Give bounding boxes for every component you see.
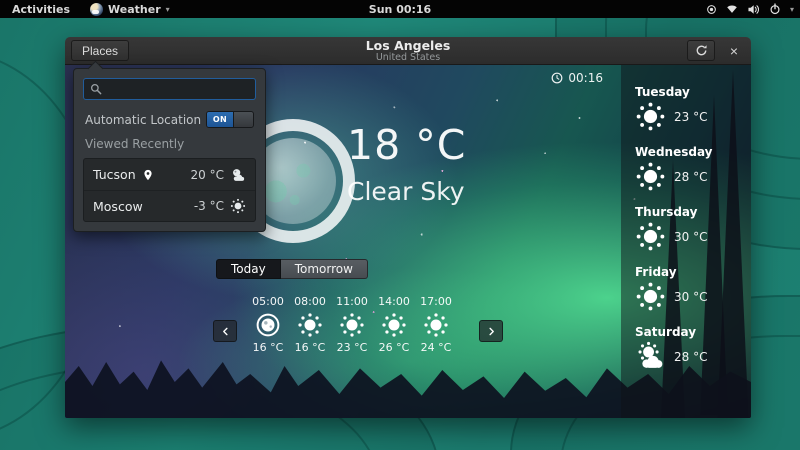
day-item-tuesday[interactable]: Tuesday 23 °C xyxy=(635,85,751,132)
tab-tomorrow[interactable]: Tomorrow xyxy=(281,259,368,279)
clear-day-icon xyxy=(635,161,666,192)
hourly-next-button[interactable] xyxy=(479,320,503,342)
hour-temp: 26 °C xyxy=(375,341,413,354)
location-title: Los Angeles xyxy=(65,39,751,52)
clear-day-icon xyxy=(381,312,407,338)
close-icon: × xyxy=(730,43,738,59)
location-pin-icon xyxy=(142,168,154,182)
tab-today[interactable]: Today xyxy=(216,259,281,279)
hourly-item: 17:00 24 °C xyxy=(417,295,455,354)
clear-day-icon xyxy=(635,221,666,252)
refresh-icon xyxy=(695,44,708,57)
current-temperature: 18 °C xyxy=(347,121,466,169)
day-label: Thursday xyxy=(635,205,751,219)
day-label: Tuesday xyxy=(635,85,751,99)
day-temp: 28 °C xyxy=(674,170,707,184)
close-button[interactable]: × xyxy=(723,43,745,59)
clear-day-icon xyxy=(635,101,666,132)
weather-app-icon xyxy=(90,3,103,16)
system-status-area[interactable]: ▾ xyxy=(706,0,794,18)
clear-day-icon xyxy=(635,281,666,312)
app-menu-label: Weather xyxy=(108,3,161,16)
day-temp: 30 °C xyxy=(674,290,707,304)
refresh-button[interactable] xyxy=(687,40,715,61)
hourly-item: 11:00 23 °C xyxy=(333,295,371,354)
wifi-icon xyxy=(726,3,738,15)
automatic-location-toggle[interactable]: ON xyxy=(206,111,254,128)
day-label: Friday xyxy=(635,265,751,279)
hour-label: 17:00 xyxy=(417,295,455,308)
places-button[interactable]: Places xyxy=(71,40,129,61)
automatic-location-row: Automatic Location ON xyxy=(85,111,254,128)
location-subtitle: United States xyxy=(65,52,751,63)
chevron-down-icon: ▾ xyxy=(166,5,170,14)
automatic-location-label: Automatic Location xyxy=(85,113,201,127)
app-menu-button[interactable]: Weather ▾ xyxy=(82,0,178,18)
places-popover: Automatic Location ON Viewed Recently Tu… xyxy=(73,68,266,232)
few-clouds-night-icon xyxy=(230,167,246,183)
current-conditions: 18 °C Clear Sky xyxy=(347,121,466,206)
hourly-item: 14:00 26 °C xyxy=(375,295,413,354)
day-temp: 28 °C xyxy=(674,350,707,364)
current-condition: Clear Sky xyxy=(347,177,466,206)
toggle-on-label: ON xyxy=(207,112,233,127)
local-time-label: 00:16 xyxy=(568,71,603,85)
hour-temp: 16 °C xyxy=(249,341,287,354)
hourly-item: 08:00 16 °C xyxy=(291,295,329,354)
hour-temp: 16 °C xyxy=(291,341,329,354)
hour-label: 05:00 xyxy=(249,295,287,308)
day-item-wednesday[interactable]: Wednesday 28 °C xyxy=(635,145,751,192)
clear-day-icon xyxy=(297,312,323,338)
day-item-friday[interactable]: Friday 30 °C xyxy=(635,265,751,312)
location-temp: -3 °C xyxy=(194,199,224,213)
hourly-item: 05:00 16 °C xyxy=(249,295,287,354)
location-search-field[interactable] xyxy=(83,78,256,100)
hour-label: 11:00 xyxy=(333,295,371,308)
daily-forecast-sidebar: Tuesday 23 °C Wednesday 28 °C Thursday 3… xyxy=(621,65,751,418)
volume-icon xyxy=(747,3,760,16)
clear-night-icon xyxy=(255,312,281,338)
day-item-thursday[interactable]: Thursday 30 °C xyxy=(635,205,751,252)
local-time: 00:16 xyxy=(551,71,603,85)
clock-label: Sun 00:16 xyxy=(369,3,431,16)
activities-button[interactable]: Activities xyxy=(0,0,82,18)
chevron-right-icon xyxy=(486,326,497,337)
day-label: Saturday xyxy=(635,325,751,339)
location-name: Tucson xyxy=(93,167,136,182)
clear-day-icon xyxy=(339,312,365,338)
hour-temp: 23 °C xyxy=(333,341,371,354)
clear-day-icon xyxy=(423,312,449,338)
hour-label: 14:00 xyxy=(375,295,413,308)
toggle-knob xyxy=(233,112,253,127)
chevron-down-icon: ▾ xyxy=(790,5,794,14)
forecast-tabs: Today Tomorrow xyxy=(216,259,368,279)
hourly-forecast: 05:00 16 °C 08:00 16 °C 11:00 23 °C 14:0… xyxy=(213,295,503,354)
hour-label: 08:00 xyxy=(291,295,329,308)
search-icon xyxy=(90,83,102,95)
recent-location-moscow[interactable]: Moscow -3 °C xyxy=(84,190,255,221)
location-name: Moscow xyxy=(93,199,143,214)
few-clouds-day-icon xyxy=(635,341,666,372)
day-item-saturday[interactable]: Saturday 28 °C xyxy=(635,325,751,372)
activities-label: Activities xyxy=(12,3,70,16)
power-icon xyxy=(769,3,781,15)
window-title: Los Angeles United States xyxy=(65,39,751,63)
day-temp: 23 °C xyxy=(674,110,707,124)
hourly-prev-button[interactable] xyxy=(213,320,237,342)
viewed-recently-header: Viewed Recently xyxy=(85,137,254,151)
clock-icon xyxy=(551,72,563,84)
recent-locations-list: Tucson 20 °C Moscow -3 °C xyxy=(83,158,256,222)
day-label: Wednesday xyxy=(635,145,751,159)
recording-indicator-icon xyxy=(706,4,717,15)
location-temp: 20 °C xyxy=(191,168,224,182)
day-temp: 30 °C xyxy=(674,230,707,244)
search-input[interactable] xyxy=(108,82,249,96)
clear-day-icon xyxy=(230,198,246,214)
weather-window: Places Los Angeles United States × 00:16 xyxy=(65,37,751,418)
header-bar: Places Los Angeles United States × xyxy=(65,37,751,65)
recent-location-tucson[interactable]: Tucson 20 °C xyxy=(84,159,255,190)
hour-temp: 24 °C xyxy=(417,341,455,354)
gnome-top-bar: Activities Weather ▾ Sun 00:16 ▾ xyxy=(0,0,800,18)
chevron-left-icon xyxy=(220,326,231,337)
